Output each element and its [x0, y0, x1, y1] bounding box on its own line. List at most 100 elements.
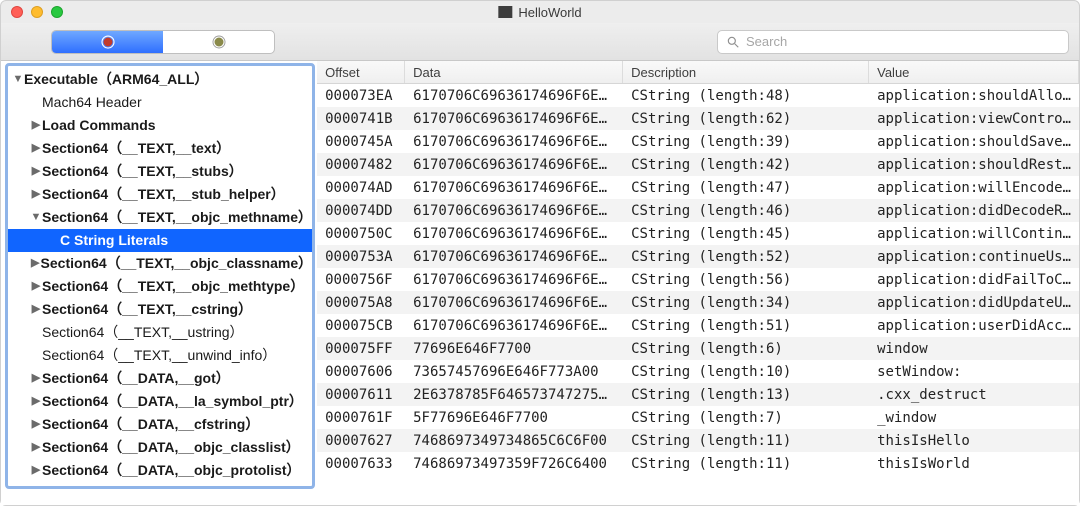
- tree-item[interactable]: ▶Section64（__TEXT,__cstring）: [8, 298, 312, 321]
- cell-data: 74686973497359F726C6400: [405, 456, 623, 472]
- titlebar: HelloWorld: [1, 1, 1079, 23]
- column-data[interactable]: Data: [405, 61, 623, 83]
- tree-item[interactable]: ▶Section64（__DATA,__objc_classlist）: [8, 436, 312, 459]
- cell-value: application:viewContro…: [869, 111, 1079, 127]
- tree-item[interactable]: ▶Section64（__DATA,__la_symbol_ptr）: [8, 390, 312, 413]
- tree-item-label: Section64（__TEXT,__objc_classname）: [41, 252, 313, 275]
- tree-item[interactable]: ▶Section64（__TEXT,__text）: [8, 137, 312, 160]
- cell-offset: 0000756F: [317, 272, 405, 288]
- column-value[interactable]: Value: [869, 61, 1079, 83]
- tree-item[interactable]: ▶Section64（__TEXT,__objc_methtype）: [8, 275, 312, 298]
- table-row[interactable]: 0000753A6170706C69636174696F6E3…CString …: [317, 245, 1079, 268]
- chevron-right-icon: ▶: [30, 436, 42, 459]
- cell-data: 6170706C69636174696F6E3…: [405, 249, 623, 265]
- cell-data: 6170706C69636174696F6E3…: [405, 295, 623, 311]
- tree-item-label: Section64（__DATA,__cfstring）: [42, 413, 259, 436]
- table-row[interactable]: 000074DD6170706C69636174696F6E3…CString …: [317, 199, 1079, 222]
- table-row[interactable]: 0000741B6170706C69636174696F6E3…CString …: [317, 107, 1079, 130]
- column-description[interactable]: Description: [623, 61, 869, 83]
- cell-data: 77696E646F7700: [405, 341, 623, 357]
- cell-offset: 00007611: [317, 387, 405, 403]
- cell-description: CString (length:7): [623, 410, 869, 426]
- search-field[interactable]: [717, 30, 1069, 54]
- chevron-down-icon: ▼: [12, 68, 24, 91]
- chevron-right-icon: ▶: [30, 459, 42, 482]
- tree-item-label: Section64（__TEXT,__ustring）: [42, 321, 244, 344]
- chevron-right-icon: ▶: [30, 114, 42, 137]
- cell-description: CString (length:39): [623, 134, 869, 150]
- table-row[interactable]: 000075CB6170706C69636174696F6E3…CString …: [317, 314, 1079, 337]
- cell-offset: 000074AD: [317, 180, 405, 196]
- cell-description: CString (length:46): [623, 203, 869, 219]
- inspector-icon: [99, 33, 117, 51]
- tree-item-label: Section64（__DATA,__got）: [42, 367, 230, 390]
- cell-description: CString (length:56): [623, 272, 869, 288]
- cell-offset: 000075FF: [317, 341, 405, 357]
- cell-data: 6170706C69636174696F6E3…: [405, 157, 623, 173]
- table-row[interactable]: 000074826170706C69636174696F6E3…CString …: [317, 153, 1079, 176]
- app-window: HelloWorld: [0, 0, 1080, 506]
- cell-value: application:continueUs…: [869, 249, 1079, 265]
- hex-mode-tab[interactable]: [163, 31, 274, 53]
- tree-item[interactable]: ▶Section64（__DATA,__cfstring）: [8, 413, 312, 436]
- view-mode-segmented: [51, 30, 275, 54]
- tree-item-label: Section64（__DATA,__la_symbol_ptr）: [42, 390, 303, 413]
- cell-data: 6170706C69636174696F6E3…: [405, 226, 623, 242]
- cell-description: CString (length:47): [623, 180, 869, 196]
- tree-item[interactable]: ▶Section64（__DATA,__objc_protolist）: [8, 459, 312, 482]
- terminal-icon: [498, 6, 512, 18]
- cell-offset: 000075A8: [317, 295, 405, 311]
- tree-item[interactable]: ▼Section64（__TEXT,__objc_methname）: [8, 206, 312, 229]
- close-window-button[interactable]: [11, 6, 23, 18]
- cell-value: thisIsHello: [869, 433, 1079, 449]
- zoom-window-button[interactable]: [51, 6, 63, 18]
- cell-value: application:didUpdateU…: [869, 295, 1079, 311]
- cell-data: 6170706C69636174696F6E3…: [405, 180, 623, 196]
- cell-description: CString (length:11): [623, 433, 869, 449]
- cell-value: application:willEncode…: [869, 180, 1079, 196]
- cell-value: window: [869, 341, 1079, 357]
- tree-item[interactable]: Section64（__TEXT,__ustring）: [8, 321, 312, 344]
- tree-item[interactable]: ▶Section64（__TEXT,__stubs）: [8, 160, 312, 183]
- tree-item[interactable]: Mach64 Header: [8, 91, 312, 114]
- cell-offset: 00007633: [317, 456, 405, 472]
- table-row[interactable]: 000075A86170706C69636174696F6E3…CString …: [317, 291, 1079, 314]
- table-row[interactable]: 000073EA6170706C69636174696F6E3…CString …: [317, 84, 1079, 107]
- chevron-right-icon: ▶: [30, 367, 42, 390]
- column-offset[interactable]: Offset: [317, 61, 405, 83]
- minimize-window-button[interactable]: [31, 6, 43, 18]
- table-header: Offset Data Description Value: [317, 61, 1079, 84]
- table-row[interactable]: 000076277468697349734865C6C6F00CString (…: [317, 429, 1079, 452]
- tree-item[interactable]: ▶Section64（__TEXT,__stub_helper）: [8, 183, 312, 206]
- cell-description: CString (length:42): [623, 157, 869, 173]
- cell-description: CString (length:13): [623, 387, 869, 403]
- table-row[interactable]: 0000763374686973497359F726C6400CString (…: [317, 452, 1079, 475]
- window-title: HelloWorld: [498, 5, 581, 20]
- inspector-mode-tab[interactable]: [52, 31, 163, 53]
- tree-item[interactable]: ▶Load Commands: [8, 114, 312, 137]
- cell-data: 6170706C69636174696F6E3…: [405, 203, 623, 219]
- tree-root[interactable]: ▼Executable（ARM64_ALL）: [8, 68, 312, 91]
- cell-offset: 000073EA: [317, 88, 405, 104]
- cell-description: CString (length:51): [623, 318, 869, 334]
- table-row[interactable]: 0000750C6170706C69636174696F6E3…CString …: [317, 222, 1079, 245]
- tree-item[interactable]: ▶Section64（__TEXT,__objc_classname）: [8, 252, 312, 275]
- table-row[interactable]: 0000745A6170706C69636174696F6E3…CString …: [317, 130, 1079, 153]
- hex-icon: [210, 33, 228, 51]
- chevron-right-icon: ▶: [30, 413, 42, 436]
- chevron-right-icon: ▶: [30, 183, 42, 206]
- tree-item[interactable]: C String Literals: [8, 229, 312, 252]
- table-row[interactable]: 0000760673657457696E646F773A00CString (l…: [317, 360, 1079, 383]
- table-row[interactable]: 000074AD6170706C69636174696F6E3…CString …: [317, 176, 1079, 199]
- table-row[interactable]: 000075FF77696E646F7700CString (length:6)…: [317, 337, 1079, 360]
- tree-item[interactable]: ▶Section64（__DATA,__got）: [8, 367, 312, 390]
- string-table: Offset Data Description Value 000073EA61…: [317, 61, 1079, 505]
- tree-item-label: Section64（__TEXT,__stubs）: [42, 160, 243, 183]
- tree-item[interactable]: Section64（__TEXT,__unwind_info）: [8, 344, 312, 367]
- cell-value: application:userDidAcc…: [869, 318, 1079, 334]
- cell-value: setWindow:: [869, 364, 1079, 380]
- search-input[interactable]: [746, 34, 1060, 49]
- table-row[interactable]: 0000761F5F77696E646F7700CString (length:…: [317, 406, 1079, 429]
- table-row[interactable]: 0000756F6170706C69636174696F6E3…CString …: [317, 268, 1079, 291]
- table-row[interactable]: 000076112E6378785F6465737472756…CString …: [317, 383, 1079, 406]
